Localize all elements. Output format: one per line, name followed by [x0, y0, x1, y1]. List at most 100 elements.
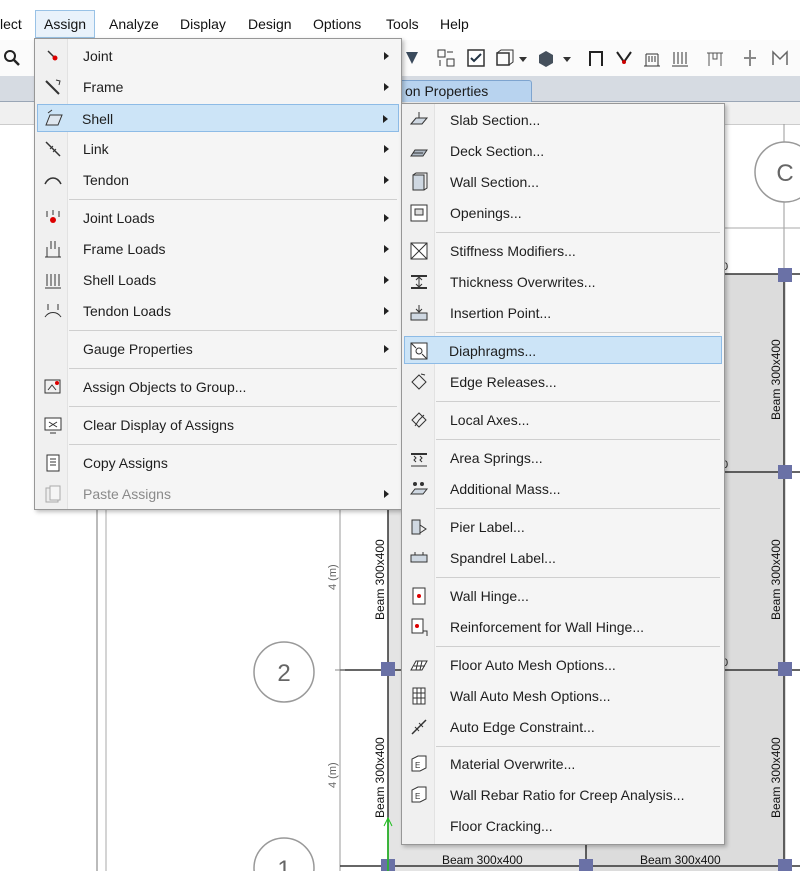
menu-item-tendon-loads[interactable]: Tendon Loads	[37, 297, 399, 325]
menu-item-assign-objects-to-group[interactable]: Assign Objects to Group...	[37, 373, 399, 401]
menu-item-floor-auto-mesh-options[interactable]: Floor Auto Mesh Options...	[404, 651, 722, 679]
menu-item-paste-assigns[interactable]: Paste Assigns	[37, 480, 399, 508]
spandrel-label-icon	[410, 552, 428, 563]
menu-separator	[436, 746, 720, 747]
menu-item-openings[interactable]: Openings...	[404, 199, 722, 227]
submenu-arrow-icon	[384, 214, 389, 222]
menu-item-floor-cracking[interactable]: Floor Cracking...	[404, 812, 722, 840]
beam-label: Beam 300x400	[373, 737, 387, 818]
wall-section-icon	[412, 172, 428, 191]
menu-item-label: Joint	[83, 48, 113, 64]
menu-separator	[436, 232, 720, 233]
brace-draw-icon[interactable]	[614, 48, 634, 68]
menu-item-frame[interactable]: Frame	[37, 73, 399, 101]
menu-item-label: Shell	[82, 111, 114, 127]
menu-design[interactable]: Design	[248, 10, 292, 38]
menu-item-edge-releases[interactable]: Edge Releases...	[404, 368, 722, 396]
menu-separator	[436, 508, 720, 509]
frame-draw-icon[interactable]	[586, 48, 606, 68]
submenu-arrow-icon	[384, 345, 389, 353]
dropdown-arrow-icon[interactable]	[518, 48, 528, 68]
menu-item-label: Openings...	[450, 205, 522, 221]
menu-item-area-springs[interactable]: Area Springs...	[404, 444, 722, 472]
menu-separator	[436, 577, 720, 578]
menu-item-spandrel-label[interactable]: Spandrel Label...	[404, 544, 722, 572]
menu-item-label: Deck Section...	[450, 143, 545, 159]
menu-item-wall-section[interactable]: Wall Section...	[404, 168, 722, 196]
beam-label: Beam 300x400	[769, 339, 783, 420]
paste-icon	[45, 485, 61, 503]
menu-separator	[69, 444, 397, 445]
menu-item-copy-assigns[interactable]: Copy Assigns	[37, 449, 399, 477]
frame-loads-tool-icon[interactable]	[642, 48, 662, 68]
shell-submenu: Slab Section... Deck Section... Wall Sec…	[401, 103, 725, 845]
object-tool-icon[interactable]	[494, 48, 514, 68]
joint-marker	[778, 268, 792, 282]
pier-tool-icon[interactable]	[705, 48, 725, 68]
joint-tool-icon[interactable]	[740, 48, 760, 68]
menu-item-material-overwrite[interactable]: E Material Overwrite...	[404, 750, 722, 778]
arrow-down-tool-icon[interactable]	[402, 48, 422, 68]
menu-item-reinforcement-for-wall-hinge[interactable]: Reinforcement for Wall Hinge...	[404, 613, 722, 641]
menu-item-clear-display-of-assigns[interactable]: Clear Display of Assigns	[37, 411, 399, 439]
menu-item-label: Auto Edge Constraint...	[450, 719, 595, 735]
menu-separator	[69, 406, 397, 407]
menu-separator	[436, 439, 720, 440]
menu-item-label: Joint Loads	[83, 210, 155, 226]
menu-item-insertion-point[interactable]: Insertion Point...	[404, 299, 722, 327]
menu-item-pier-label[interactable]: Pier Label...	[404, 513, 722, 541]
menu-item-wall-rebar-ratio[interactable]: E Wall Rebar Ratio for Creep Analysis...	[404, 781, 722, 809]
menu-item-label: Tendon	[83, 172, 129, 188]
checkbox-tool-icon[interactable]	[466, 48, 486, 68]
menu-item-slab-section[interactable]: Slab Section...	[404, 106, 722, 134]
menu-item-joint-loads[interactable]: Joint Loads	[37, 204, 399, 232]
tendon-icon	[44, 177, 62, 185]
submenu-arrow-icon	[383, 115, 388, 123]
menu-item-label: Shell Loads	[83, 272, 157, 288]
menu-assign[interactable]: Assign	[35, 10, 96, 38]
menu-item-joint[interactable]: Joint	[37, 42, 399, 70]
joint-marker	[381, 662, 395, 676]
group-icon	[44, 379, 61, 394]
menu-item-link[interactable]: Link	[37, 135, 399, 163]
menu-item-deck-section[interactable]: Deck Section...	[404, 137, 722, 165]
menu-separator	[436, 401, 720, 402]
menu-item-thickness-overwrites[interactable]: Thickness Overwrites...	[404, 268, 722, 296]
submenu-arrow-icon	[384, 307, 389, 315]
menu-select[interactable]: lect	[0, 10, 22, 38]
menu-item-frame-loads[interactable]: Frame Loads	[37, 235, 399, 263]
menu-options[interactable]: Options	[313, 10, 361, 38]
menu-item-stiffness-modifiers[interactable]: Stiffness Modifiers...	[404, 237, 722, 265]
menu-item-tendon[interactable]: Tendon	[37, 166, 399, 194]
menu-item-label: Edge Releases...	[450, 374, 557, 390]
menu-item-wall-auto-mesh-options[interactable]: Wall Auto Mesh Options...	[404, 682, 722, 710]
joint-marker	[778, 662, 792, 676]
link-tool-icon[interactable]	[770, 48, 790, 68]
menu-item-label: Assign Objects to Group...	[83, 379, 247, 395]
tendon-loads-icon	[44, 304, 62, 318]
tab-properties[interactable]: on Properties	[392, 80, 532, 102]
submenu-arrow-icon	[384, 176, 389, 184]
menu-item-wall-hinge[interactable]: Wall Hinge...	[404, 582, 722, 610]
menu-item-auto-edge-constraint[interactable]: Auto Edge Constraint...	[404, 713, 722, 741]
menu-analyze[interactable]: Analyze	[109, 10, 159, 38]
menu-item-gauge-properties[interactable]: Gauge Properties	[37, 335, 399, 363]
wall-hinge-icon	[412, 587, 426, 605]
menu-item-label: Frame Loads	[83, 241, 166, 257]
menu-item-shell-loads[interactable]: Shell Loads	[37, 266, 399, 294]
menu-help[interactable]: Help	[440, 10, 469, 38]
menu-display[interactable]: Display	[180, 10, 226, 38]
menu-tools[interactable]: Tools	[386, 10, 419, 38]
menu-item-local-axes[interactable]: Local Axes...	[404, 406, 722, 434]
grid-tool-icon[interactable]	[436, 48, 456, 68]
submenu-arrow-icon	[384, 276, 389, 284]
menu-item-additional-mass[interactable]: Additional Mass...	[404, 475, 722, 503]
menu-item-shell[interactable]: Shell	[37, 104, 399, 132]
dimension-label: 4 (m)	[327, 564, 339, 590]
dropdown-arrow-icon[interactable]	[562, 48, 572, 68]
zoom-icon[interactable]	[2, 48, 22, 68]
solid-view-icon[interactable]	[536, 48, 556, 68]
shell-loads-tool-icon[interactable]	[670, 48, 690, 68]
menu-item-label: Floor Auto Mesh Options...	[450, 657, 616, 673]
menu-item-diaphragms[interactable]: Diaphragms...	[404, 336, 722, 364]
